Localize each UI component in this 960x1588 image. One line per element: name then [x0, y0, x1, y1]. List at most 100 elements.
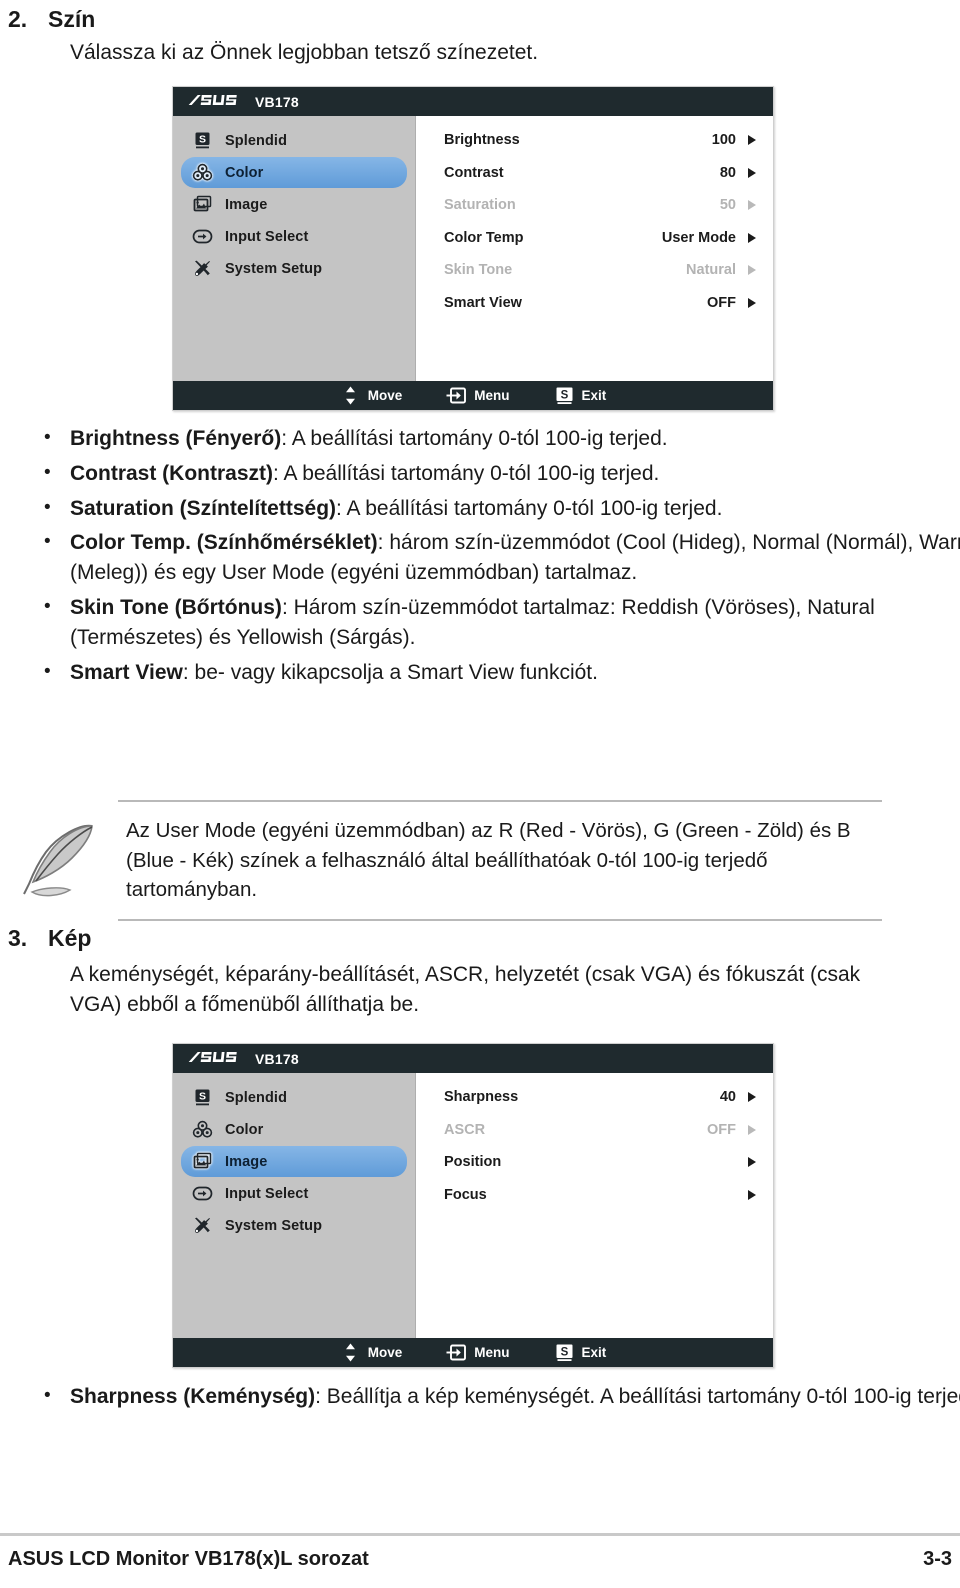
- system-setup-icon: [192, 258, 213, 279]
- menu-enter-icon: [446, 385, 467, 406]
- osd-footer-move[interactable]: Move: [340, 1342, 403, 1363]
- osd-menu-item-splendid[interactable]: S Splendid: [181, 1082, 407, 1113]
- bullet-term: Smart View: [70, 660, 183, 684]
- osd-option-value: 40: [719, 1089, 736, 1106]
- osd-option-label: ASCR: [444, 1121, 486, 1138]
- splendid-s-icon: S: [554, 1342, 575, 1363]
- bullet-dot-icon: •: [44, 531, 51, 553]
- bullet-text: Brightness (Fényerő): A beállítási tarto…: [70, 424, 668, 454]
- svg-text:S: S: [199, 1090, 206, 1102]
- section-2-body: Válassza ki az Önnek legjobban tetsző sz…: [70, 41, 539, 64]
- osd-option-label: Brightness: [444, 132, 520, 149]
- osd-footer-menu[interactable]: Menu: [446, 1342, 510, 1363]
- osd-option-value: 50: [719, 197, 736, 214]
- osd-option-brightness[interactable]: Brightness 100: [416, 124, 773, 157]
- bullet-item: • Saturation (Színtelítettség): A beállít…: [38, 494, 960, 524]
- osd-menu-item-label: Input Select: [225, 228, 309, 245]
- osd-footer-bar-2: Move Menu S Exit: [173, 1338, 773, 1367]
- bullet-text: Contrast (Kontraszt): A beállítási tarto…: [70, 459, 659, 489]
- svg-text:S: S: [560, 389, 568, 401]
- section-3-heading: 3. Kép: [0, 925, 91, 952]
- image-icon: [192, 1151, 213, 1172]
- osd-footer-label: Menu: [474, 1345, 510, 1360]
- osd-menu-item-label: Image: [225, 196, 268, 213]
- osd-option-label: Saturation: [444, 197, 516, 214]
- osd-menu-item-system-setup[interactable]: System Setup: [181, 253, 407, 284]
- osd-option-saturation[interactable]: Saturation 50: [416, 189, 773, 222]
- osd-option-label: Smart View: [444, 294, 522, 311]
- osd-window-color: VB178 S Splendid Color Image Input Select Sys…: [172, 86, 774, 411]
- osd-option-contrast[interactable]: Contrast 80: [416, 157, 773, 190]
- section-3-body: A keménységét, képarány-beállításét, ASC…: [70, 963, 861, 1016]
- osd-menu-item-label: Splendid: [225, 1089, 288, 1106]
- osd-footer-label: Move: [367, 1345, 403, 1360]
- osd-menu-item-label: System Setup: [225, 1217, 323, 1234]
- osd-menu-item-label: Image: [225, 1153, 268, 1170]
- bullet-dot-icon: •: [44, 1385, 51, 1406]
- section-2-title: Szín: [48, 6, 96, 32]
- move-updown-icon: [340, 385, 361, 406]
- bullet-list-color: • Brightness (Fényerő): A beállítási tart…: [38, 424, 960, 693]
- chevron-right-icon: [745, 264, 759, 276]
- osd-menu-item-system-setup[interactable]: System Setup: [181, 1210, 407, 1241]
- osd-option-value: OFF: [707, 1121, 736, 1138]
- osd-option-label: Skin Tone: [444, 262, 513, 279]
- osd-option-position[interactable]: Position: [416, 1146, 773, 1179]
- osd-option-value: 100: [711, 132, 736, 149]
- bullet-item: • Brightness (Fényerő): A beállítási tart…: [38, 424, 960, 454]
- bullet-text: Smart View: be- vagy kikapcsolja a Smart…: [70, 658, 598, 688]
- osd-menu-item-color[interactable]: Color: [181, 157, 407, 188]
- osd-window-image: VB178 S Splendid Color Image Input Select Sys…: [172, 1043, 774, 1368]
- bullet-term: Saturation (Színtelítettség): [70, 496, 337, 520]
- asus-logo-icon: [186, 93, 246, 111]
- bullet-term: Skin Tone (Bőrtónus): [70, 596, 282, 620]
- osd-menu-item-image[interactable]: Image: [181, 1146, 407, 1177]
- section-3-title: Kép: [48, 925, 92, 951]
- osd-menu-item-input-select[interactable]: Input Select: [181, 1178, 407, 1209]
- input-select-icon: [192, 226, 213, 247]
- osd-option-skin-tone[interactable]: Skin Tone Natural: [416, 254, 773, 287]
- osd-menu-item-label: Color: [225, 164, 264, 181]
- input-select-icon: [192, 1183, 213, 1204]
- osd-menu-item-input-select[interactable]: Input Select: [181, 221, 407, 252]
- bullet-text: Skin Tone (Bőrtónus): Három szín-üzemmód…: [70, 593, 960, 653]
- osd-title-bar: VB178: [173, 87, 773, 116]
- chevron-right-icon: [745, 1189, 759, 1201]
- osd-footer-label: Move: [367, 388, 403, 403]
- chevron-right-icon: [745, 199, 759, 211]
- bullet-dot-icon: •: [44, 496, 51, 518]
- osd-menu-item-label: Splendid: [225, 132, 288, 149]
- osd-footer-bar: Move Menu S Exit: [173, 381, 773, 410]
- osd-menu-item-color[interactable]: Color: [181, 1114, 407, 1145]
- osd-footer-exit[interactable]: S Exit: [554, 385, 607, 406]
- osd-menu-item-splendid[interactable]: S Splendid: [181, 125, 407, 156]
- osd-menu-item-label: Color: [225, 1121, 264, 1138]
- chevron-right-icon: [745, 232, 759, 244]
- osd-options-panel: Brightness 100 Contrast 80 Saturation 50 Color…: [416, 116, 773, 381]
- osd-option-ascr[interactable]: ASCR OFF: [416, 1114, 773, 1147]
- bullet-list-image: • Sharpness (Keménység): Beállítja a kép …: [38, 1382, 960, 1417]
- system-setup-icon: [192, 1215, 213, 1236]
- bullet-term: Sharpness (Keménység): [70, 1385, 316, 1408]
- osd-option-value: 80: [719, 164, 736, 181]
- osd-menu-item-label: System Setup: [225, 260, 323, 277]
- osd-option-color-temp[interactable]: Color Temp User Mode: [416, 222, 773, 255]
- osd-option-focus[interactable]: Focus: [416, 1179, 773, 1212]
- osd-footer-label: Exit: [581, 388, 607, 403]
- bullet-term: Brightness (Fényerő): [70, 427, 282, 450]
- osd-footer-move[interactable]: Move: [340, 385, 403, 406]
- osd-footer-exit[interactable]: S Exit: [554, 1342, 606, 1363]
- bullet-dot-icon: •: [44, 660, 51, 682]
- splendid-icon: S: [192, 130, 213, 151]
- chevron-right-icon: [745, 167, 759, 179]
- osd-footer-label: Menu: [474, 388, 510, 403]
- bullet-dot-icon: •: [44, 427, 51, 448]
- osd-menu-item-image[interactable]: Image: [181, 189, 407, 220]
- bullet-term: Color Temp. (Színhőmérséklet): [70, 531, 378, 555]
- bullet-description: : A beállítási tartomány 0-tól 100-ig te…: [336, 496, 723, 520]
- bullet-item: • Smart View: be- vagy kikapcsolja a Smar…: [38, 658, 960, 688]
- osd-option-value: User Mode: [661, 229, 736, 246]
- osd-option-sharpness[interactable]: Sharpness 40: [416, 1081, 773, 1114]
- osd-footer-menu[interactable]: Menu: [446, 385, 510, 406]
- osd-option-smart-view[interactable]: Smart View OFF: [416, 287, 773, 320]
